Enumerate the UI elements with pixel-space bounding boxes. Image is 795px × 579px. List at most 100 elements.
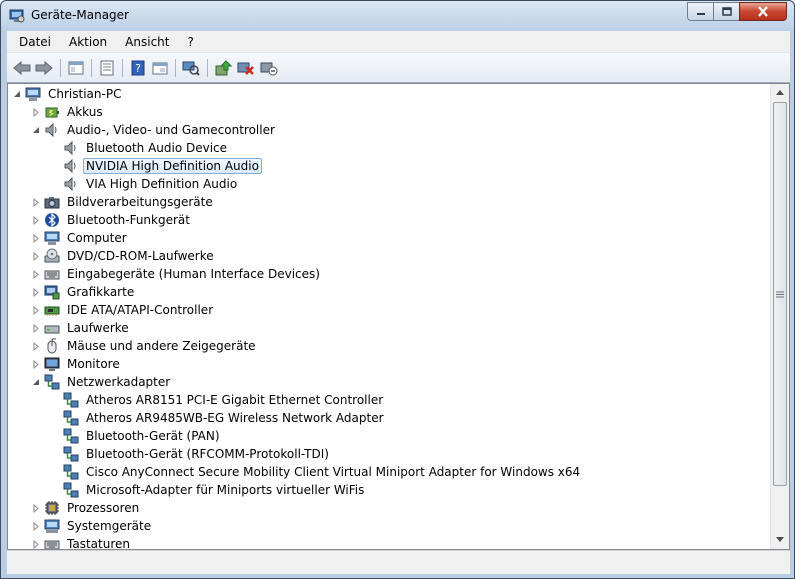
collapsed-arrow-icon[interactable] [31,539,41,549]
tree-node[interactable]: Audio-, Video- und Gamecontroller [31,121,278,139]
collapsed-arrow-icon[interactable] [31,107,41,117]
tree-node[interactable]: Systemgeräte [31,517,154,535]
collapsed-arrow-icon[interactable] [31,521,41,531]
collapsed-arrow-icon[interactable] [31,215,41,225]
close-icon [758,6,768,17]
expanded-arrow-icon[interactable] [31,125,41,135]
collapsed-arrow-icon[interactable] [31,251,41,261]
toolbar-separator [60,59,61,77]
tree-node[interactable]: Bluetooth-Gerät (RFCOMM-Protokoll-TDI) [50,445,332,463]
tree-node-label: Atheros AR8151 PCI-E Gigabit Ethernet Co… [86,393,384,407]
forward-icon [35,61,53,75]
tree-node-label: Grafikkarte [67,285,135,299]
tree-node-label: Computer [67,231,127,245]
mouse-icon [47,338,57,354]
expanded-arrow-icon[interactable] [31,377,41,387]
disable-device-icon [237,62,254,75]
toolbar-separator [122,59,123,77]
tree-node[interactable]: Atheros AR8151 PCI-E Gigabit Ethernet Co… [50,391,386,409]
tree-node[interactable]: Akkus [31,103,106,121]
tree-node-label: Atheros AR9485WB-EG Wireless Network Ada… [86,411,384,425]
network-icon [63,410,79,426]
tree-node[interactable]: Bluetooth Audio Device [50,139,230,157]
tree-root[interactable]: Christian-PC [12,85,124,103]
collapsed-arrow-icon[interactable] [31,233,41,243]
tree-node[interactable]: Computer [31,229,130,247]
tree-node-label: Bluetooth-Funkgerät [67,213,190,227]
tree-node[interactable]: Bildverarbeitungsgeräte [31,193,216,211]
menu-aktion[interactable]: Aktion [63,35,113,49]
tree-node[interactable]: Tastaturen [31,535,133,549]
camera-icon [44,197,60,209]
tree-node[interactable]: Netzwerkadapter [31,373,173,391]
maximize-button[interactable] [713,2,740,21]
tree-node-label-selected: NVIDIA High Definition Audio [83,158,262,174]
forward-button[interactable] [33,58,55,78]
tree-node[interactable]: Microsoft-Adapter für Miniports virtuell… [50,481,367,499]
speaker-icon [64,176,76,192]
computer-icon [44,231,60,245]
tree-node[interactable]: IDE ATA/ATAPI-Controller [31,301,216,319]
tree-node[interactable]: Bluetooth-Gerät (PAN) [50,427,223,445]
collapsed-arrow-icon[interactable] [31,269,41,279]
display-adapter-icon [44,285,60,300]
tree-node-label: VIA High Definition Audio [86,177,238,191]
collapsed-arrow-icon[interactable] [31,323,41,333]
back-button[interactable] [11,58,33,78]
tree-node-label: Audio-, Video- und Gamecontroller [67,123,275,137]
collapsed-arrow-icon[interactable] [31,305,41,315]
collapsed-arrow-icon[interactable] [31,341,41,351]
tree-node[interactable]: Grafikkarte [31,283,137,301]
title-bar[interactable]: Geräte-Manager [1,1,794,31]
vertical-scrollbar[interactable] [770,84,789,549]
network-icon [44,374,60,390]
back-icon [13,61,31,75]
tree-node[interactable]: Bluetooth-Funkgerät [31,211,193,229]
tree-node[interactable]: Atheros AR9485WB-EG Wireless Network Ada… [50,409,387,427]
device-tree[interactable]: Christian-PC Akkus Audio-, Video- und Gam… [8,84,770,549]
disable-device-button[interactable] [235,58,257,78]
update-driver-button[interactable] [212,58,234,78]
scroll-up-button[interactable] [771,84,789,101]
collapsed-arrow-icon[interactable] [31,503,41,513]
help-button[interactable]: ? [127,58,149,78]
tree-node-label: Bluetooth-Gerät (RFCOMM-Protokoll-TDI) [86,447,329,461]
properties-button[interactable] [96,58,118,78]
device-manager-icon [9,9,25,23]
menu-help[interactable]: ? [181,35,199,49]
close-button[interactable] [739,2,787,21]
menu-datei[interactable]: Datei [13,35,57,49]
device-tree-pane: Christian-PC Akkus Audio-, Video- und Gam… [7,83,790,550]
tree-node[interactable]: NVIDIA High Definition Audio [50,157,262,175]
minimize-button[interactable] [687,2,714,21]
console-tree-button[interactable] [65,58,87,78]
tree-node[interactable]: Mäuse und andere Zeigegeräte [31,337,259,355]
tree-node[interactable]: Cisco AnyConnect Secure Mobility Client … [50,463,583,481]
tree-node[interactable]: DVD/CD-ROM-Laufwerke [31,247,217,265]
collapsed-arrow-icon[interactable] [31,287,41,297]
chevron-up-icon [776,90,784,95]
tree-node-label: Mäuse und andere Zeigegeräte [67,339,256,353]
expand-arrow-icon[interactable] [12,89,22,99]
tree-node-label: Systemgeräte [67,519,152,533]
scan-hardware-button[interactable] [180,58,202,78]
collapsed-arrow-icon[interactable] [31,359,41,369]
tree-node[interactable]: Laufwerke [31,319,132,337]
uninstall-device-icon [260,62,278,76]
tree-node[interactable]: Eingabegeräte (Human Interface Devices) [31,265,323,283]
battery-icon [45,107,59,118]
tree-node-label: Laufwerke [67,321,129,335]
tree-node[interactable]: VIA High Definition Audio [50,175,240,193]
minimize-icon [696,12,705,15]
tree-node[interactable]: Prozessoren [31,499,142,517]
menu-ansicht[interactable]: Ansicht [119,35,175,49]
bluetooth-icon [45,212,59,228]
scroll-down-button[interactable] [771,531,789,548]
tree-node[interactable]: Monitore [31,355,123,373]
scrollbar-thumb[interactable] [773,102,787,486]
help-icon: ? [131,60,145,76]
tree-node-label: Bluetooth Audio Device [86,141,228,155]
uninstall-device-button[interactable] [258,58,280,78]
view-button[interactable] [149,58,171,78]
collapsed-arrow-icon[interactable] [31,197,41,207]
